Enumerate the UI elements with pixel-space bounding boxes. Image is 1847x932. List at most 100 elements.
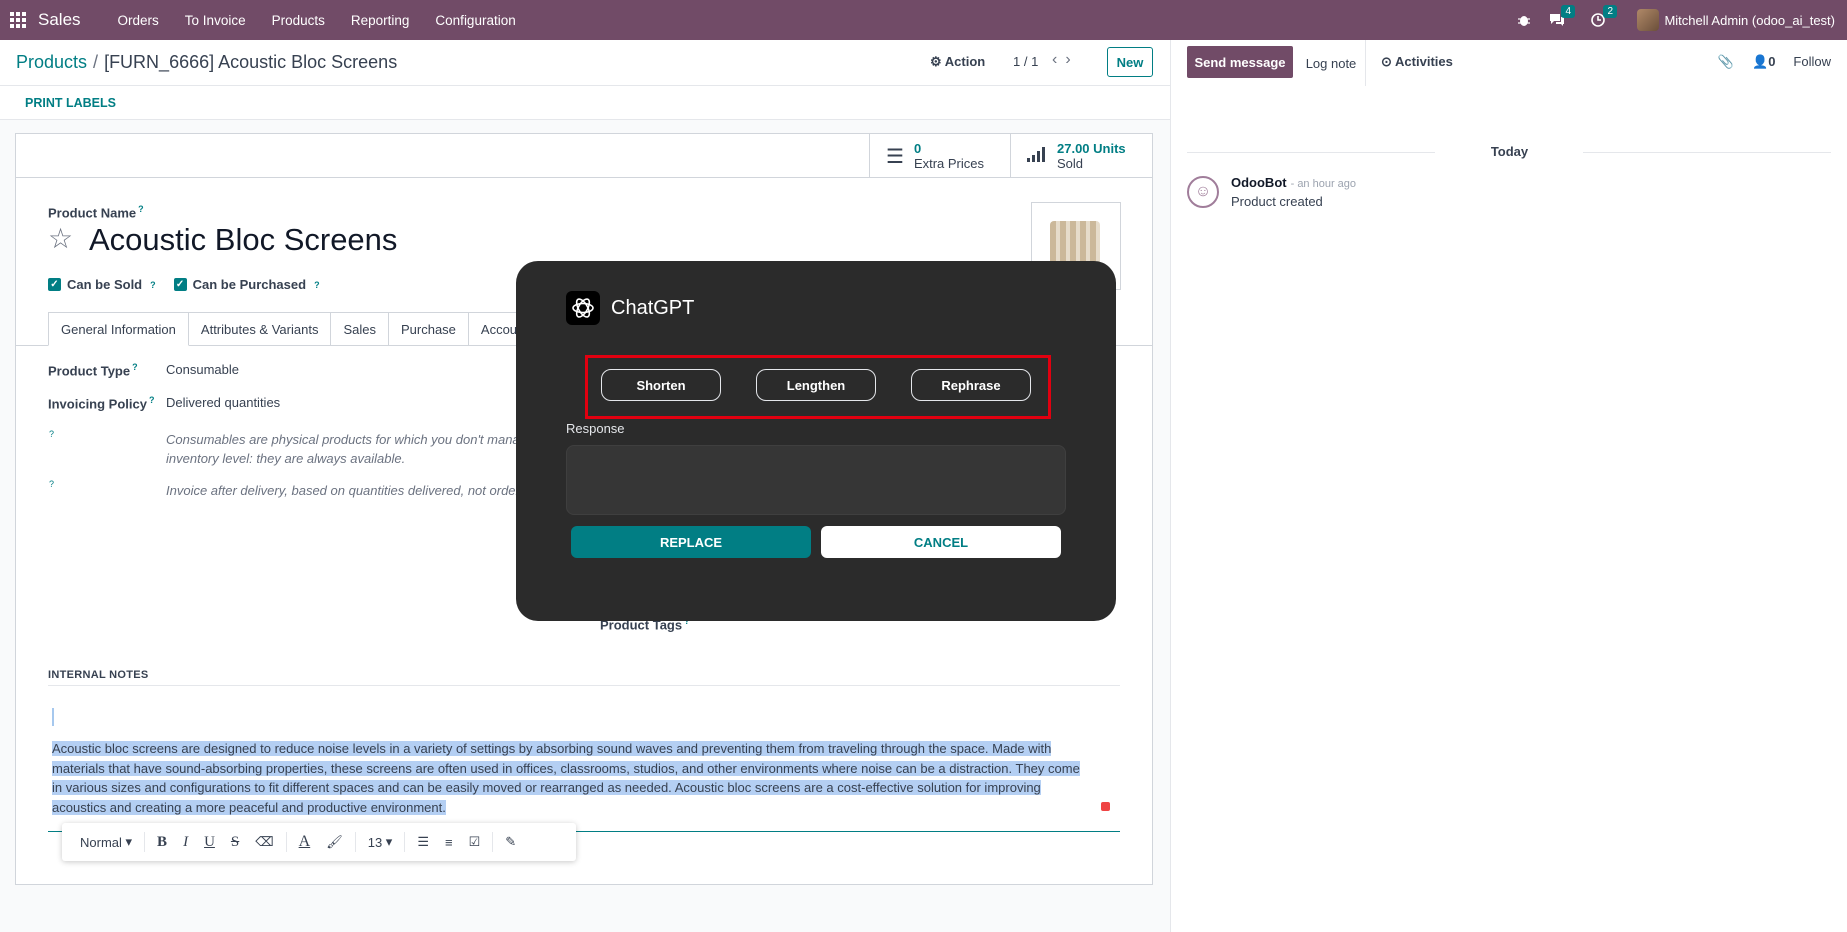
followers-button[interactable]: 👤0: [1752, 54, 1775, 70]
brush-icon[interactable]: 🖌: [318, 834, 351, 850]
help-icon[interactable]: ?: [314, 280, 320, 290]
strikethrough-button[interactable]: S: [223, 834, 247, 851]
eraser-icon[interactable]: ⌫: [247, 834, 281, 850]
check-icon: ✓: [173, 278, 187, 291]
checkbox-group: ✓ Can be Sold? ✓ Can be Purchased?: [48, 277, 320, 292]
smart-button-box: ☰ 0 Extra Prices 27.00 Units Sold: [16, 134, 1152, 178]
odoobot-avatar[interactable]: ☺: [1187, 176, 1219, 208]
follow-button[interactable]: Follow: [1793, 54, 1831, 70]
help-icon[interactable]: ?: [150, 280, 156, 290]
app-name[interactable]: Sales: [38, 10, 81, 30]
can-be-sold-checkbox[interactable]: ✓ Can be Sold?: [48, 277, 156, 292]
status-bar: PRINT LABELS: [0, 86, 1170, 120]
shorten-button[interactable]: Shorten: [601, 369, 721, 401]
menu-orders[interactable]: Orders: [105, 13, 172, 28]
activities-icon[interactable]: 2: [1591, 5, 1618, 27]
help-icon[interactable]: ?: [49, 429, 54, 439]
message-author: OdooBot - an hour ago: [1231, 175, 1356, 190]
chevron-right-icon[interactable]: ›: [1065, 51, 1078, 68]
gear-icon: ⚙: [930, 54, 942, 69]
invoicing-policy-row: Invoicing Policy? Delivered quantities: [48, 395, 280, 411]
new-button[interactable]: New: [1107, 47, 1153, 77]
product-type-help: Consumables are physical products for wh…: [166, 430, 520, 468]
can-be-purchased-label: Can be Purchased: [192, 277, 307, 292]
activities-button[interactable]: ⊙ Activities: [1381, 54, 1453, 70]
followers-count: 0: [1768, 54, 1776, 69]
font-color-icon[interactable]: A: [291, 833, 319, 851]
messages-badge: 4: [1561, 5, 1576, 18]
can-be-purchased-checkbox[interactable]: ✓ Can be Purchased?: [173, 277, 320, 292]
control-panel: Products / [FURN_6666] Acoustic Bloc Scree…: [0, 40, 1170, 86]
help-icon[interactable]: ?: [149, 395, 155, 405]
date-divider: [1583, 152, 1831, 153]
resize-handle[interactable]: [1101, 802, 1110, 811]
messages-icon[interactable]: 4: [1549, 5, 1576, 27]
list-icon: ☰: [886, 145, 904, 168]
activities-badge: 2: [1603, 5, 1618, 18]
extra-prices-label: Extra Prices: [913, 156, 985, 171]
product-name-label-text: Product Name: [48, 205, 137, 221]
invoicing-policy-field[interactable]: Delivered quantities: [166, 395, 280, 411]
notes-line: in various sizes and configurations to f…: [52, 780, 1041, 796]
pager-value[interactable]: 1 / 1: [1013, 54, 1038, 69]
extra-prices-button[interactable]: ☰ 0 Extra Prices: [869, 134, 1010, 178]
invoicing-policy-help: Invoice after delivery, based on quantit…: [166, 483, 520, 498]
user-name: Mitchell Admin (odoo_ai_test): [1664, 12, 1835, 28]
openai-logo-icon: [566, 291, 600, 325]
help-icon[interactable]: ?: [132, 362, 138, 372]
menu-reporting[interactable]: Reporting: [338, 13, 423, 28]
internal-notes-editor[interactable]: Acoustic bloc screens are designed to re…: [52, 739, 1110, 818]
chevron-left-icon[interactable]: ‹: [1052, 51, 1065, 68]
paragraph-style-dropdown[interactable]: Normal ▾: [72, 834, 140, 850]
notebook-tabs: General Information Attributes & Variant…: [48, 312, 531, 346]
product-type-field[interactable]: Consumable: [166, 362, 239, 378]
tab-general-information[interactable]: General Information: [48, 312, 189, 346]
clock-icon: ⊙: [1381, 54, 1392, 69]
bold-button[interactable]: B: [149, 834, 175, 851]
bug-icon[interactable]: [1517, 13, 1531, 27]
print-labels-button[interactable]: PRINT LABELS: [25, 96, 116, 110]
help-icon[interactable]: ?: [138, 204, 144, 214]
response-label: Response: [566, 421, 625, 436]
menu-configuration[interactable]: Configuration: [422, 13, 528, 28]
signal-bars-icon: [1027, 145, 1047, 168]
tab-attributes-variants[interactable]: Attributes & Variants: [188, 312, 332, 346]
menu-to-invoice[interactable]: To Invoice: [172, 13, 259, 28]
product-type-row: Product Type? Consumable: [48, 362, 239, 378]
star-icon[interactable]: ☆: [48, 222, 73, 255]
extra-prices-value: 0: [913, 141, 922, 156]
rephrase-button[interactable]: Rephrase: [911, 369, 1031, 401]
checklist-icon[interactable]: ☑: [461, 834, 489, 850]
bullet-list-icon[interactable]: ☰: [409, 834, 437, 850]
action-menu[interactable]: ⚙ Action: [930, 54, 985, 70]
help-icon[interactable]: ?: [49, 479, 54, 489]
menu-products[interactable]: Products: [259, 13, 338, 28]
font-size-dropdown[interactable]: 13 ▾: [360, 834, 401, 850]
can-be-sold-label: Can be Sold: [67, 277, 143, 292]
check-icon: ✓: [48, 278, 61, 291]
magic-wand-icon[interactable]: ✎: [497, 834, 524, 850]
replace-button[interactable]: REPLACE: [571, 526, 811, 558]
response-textarea[interactable]: [566, 445, 1066, 515]
paperclip-icon[interactable]: 📎: [1718, 54, 1734, 70]
user-menu[interactable]: Mitchell Admin (odoo_ai_test): [1637, 9, 1835, 31]
top-navbar: Sales Orders To Invoice Products Reporti…: [0, 0, 1847, 40]
product-name-field[interactable]: Acoustic Bloc Screens: [89, 222, 397, 258]
breadcrumb-current: [FURN_6666] Acoustic Bloc Screens: [104, 52, 398, 72]
italic-button[interactable]: I: [175, 834, 196, 851]
cancel-button[interactable]: CANCEL: [821, 526, 1061, 558]
font-size-value: 13: [367, 834, 383, 850]
message-body: Product created: [1231, 194, 1323, 209]
log-note-button[interactable]: Log note: [1297, 40, 1366, 86]
sold-button[interactable]: 27.00 Units Sold: [1010, 134, 1152, 178]
breadcrumb-products[interactable]: Products: [16, 52, 87, 72]
tab-sales[interactable]: Sales: [331, 312, 389, 346]
underline-button[interactable]: U: [196, 834, 223, 851]
tab-purchase[interactable]: Purchase: [388, 312, 469, 346]
message-author-name: OdooBot: [1231, 175, 1287, 190]
numbered-list-icon[interactable]: ≡: [437, 835, 461, 850]
apps-menu-icon[interactable]: [0, 0, 36, 40]
send-message-button[interactable]: Send message: [1187, 46, 1293, 78]
help-text-line: inventory level: they are always availab…: [166, 451, 406, 466]
lengthen-button[interactable]: Lengthen: [756, 369, 876, 401]
